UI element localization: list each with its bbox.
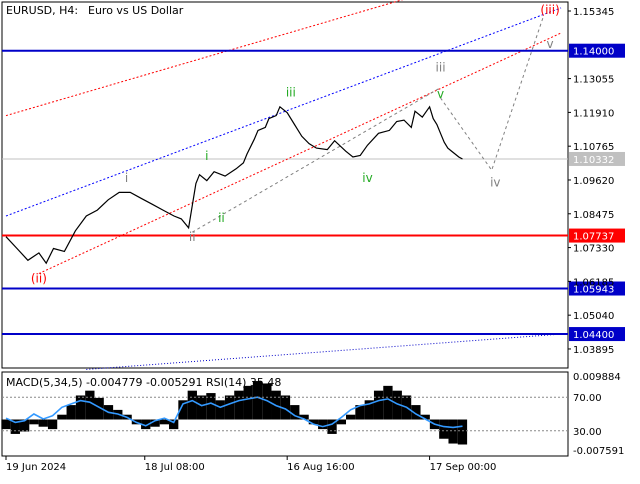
macd-bar-40 [373, 390, 384, 420]
y-tick-label-5: 1.08475 [573, 210, 614, 221]
macd-bar-34 [318, 419, 328, 430]
macd-bar-48 [448, 419, 458, 444]
macd-bar-47 [439, 419, 449, 439]
wave-label-4: ii [218, 211, 225, 225]
x-tick-label-0: 19 Jun 2024 [6, 462, 66, 473]
wave-label-10: v [547, 37, 554, 51]
x-tick-label-2: 16 Aug 16:00 [287, 462, 354, 473]
macd-bar-0 [1, 419, 11, 430]
level-label-3: 1.04400 [573, 330, 614, 341]
macd-bar-8 [75, 395, 86, 420]
macd-bar-49 [457, 419, 468, 445]
macd-bar-26 [243, 385, 253, 420]
wave-label-8: iii [436, 60, 446, 74]
y-tick-label-3: 1.10765 [573, 142, 614, 153]
y-tick-label-1: 1.13055 [573, 75, 614, 86]
wave-label-11: (iii) [540, 3, 559, 17]
y-tick-label-6: 1.07330 [573, 244, 614, 255]
macd-bar-4 [38, 419, 48, 427]
macd-bar-20 [187, 390, 197, 420]
wave-label-3: i [205, 149, 208, 163]
chart-canvas: i(ii)iiiiiiiiivviiiivv(iii) 1.140001.077… [0, 0, 640, 480]
y-tick-label-8: 1.05040 [573, 311, 614, 322]
wave-label-9: iv [490, 175, 500, 189]
macd-bar-3 [29, 419, 39, 425]
macd-bar-23 [215, 400, 225, 420]
y-tick-label-7: 1.06185 [573, 277, 614, 288]
macd-bar-5 [47, 419, 58, 430]
macd-bar-6 [57, 414, 67, 420]
macd-bar-25 [234, 390, 244, 420]
current-price-label: 1.10332 [573, 155, 614, 166]
y-tick-label-0: 1.15345 [573, 7, 614, 18]
chart-description: Euro vs US Dollar [88, 4, 184, 17]
macd-bar-37 [346, 414, 356, 420]
indicator-axis-label-2: 30.00 [573, 427, 602, 438]
macd-bar-24 [224, 395, 235, 420]
level-label-0: 1.14000 [573, 47, 614, 58]
macd-bar-9 [85, 390, 95, 420]
y-tick-label-4: 1.09620 [573, 176, 614, 187]
wave-label-0: i [125, 171, 128, 185]
y-tick-label-2: 1.11910 [573, 108, 614, 119]
macd-bar-41 [383, 385, 393, 420]
chart-symbol: EURUSD, H4: [6, 4, 78, 17]
y-tick-label-9: 1.03895 [573, 345, 614, 356]
indicator-axis-label-1: 70.00 [573, 393, 602, 404]
x-tick-label-1: 18 Jul 08:00 [145, 462, 205, 473]
level-label-1: 1.07737 [573, 232, 614, 243]
price-chart[interactable]: i (ii) ii i ii iii iv v iii iv v (iii) 1.14000 1.077… [0, 0, 640, 480]
indicator-axis-label-3: -0.007591 [573, 446, 624, 457]
wave-label-2: ii [189, 230, 196, 244]
wave-label-5: iii [286, 85, 296, 99]
wave-label-7: v [437, 87, 444, 101]
macd-bar-21 [196, 395, 207, 420]
indicator-label: MACD(5,34,5) -0.004779 -0.005291 RSI(14)… [6, 376, 281, 389]
macd-bar-7 [66, 405, 76, 420]
wave-label-1: (ii) [31, 271, 47, 285]
x-tick-label-3: 17 Sep 00:00 [430, 462, 497, 473]
wave-label-6: iv [362, 171, 372, 185]
indicator-axis-label-0: 0.009884 [573, 372, 621, 383]
